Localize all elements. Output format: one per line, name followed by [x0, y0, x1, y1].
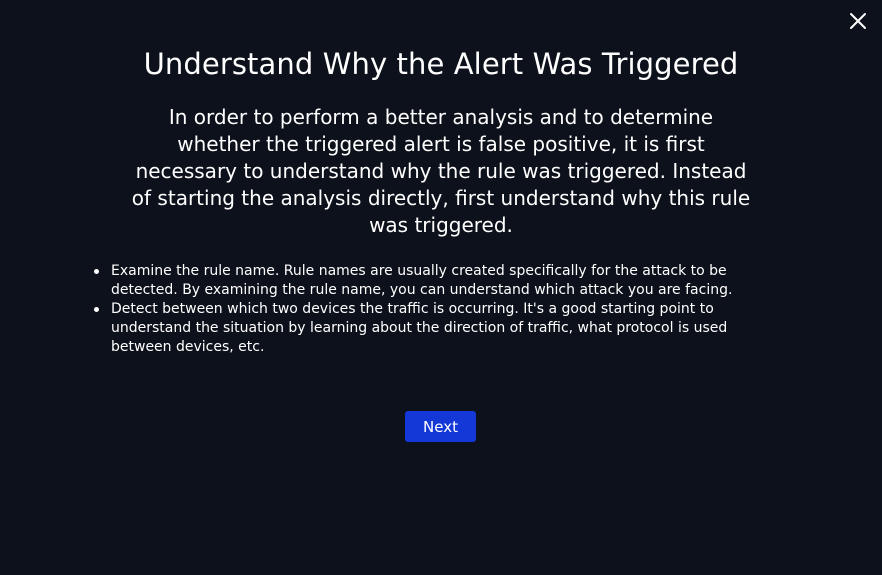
list-item: Examine the rule name. Rule names are us…: [94, 262, 784, 300]
modal-title: Understand Why the Alert Was Triggered: [143, 47, 739, 81]
next-button[interactable]: Next: [405, 411, 476, 442]
tips-list: Examine the rule name. Rule names are us…: [94, 262, 784, 357]
close-button[interactable]: [846, 9, 870, 33]
intro-text: In order to perform a better analysis an…: [131, 105, 751, 237]
close-icon[interactable]: [849, 12, 867, 30]
tutorial-modal: Understand Why the Alert Was Triggered I…: [0, 0, 882, 575]
list-item: Detect between which two devices the tra…: [94, 300, 784, 357]
list-item-text: Detect between which two devices the tra…: [111, 301, 728, 355]
bullet-dot: [94, 307, 99, 312]
list-item-text: Examine the rule name. Rule names are us…: [111, 263, 733, 298]
bullet-dot: [94, 269, 99, 274]
